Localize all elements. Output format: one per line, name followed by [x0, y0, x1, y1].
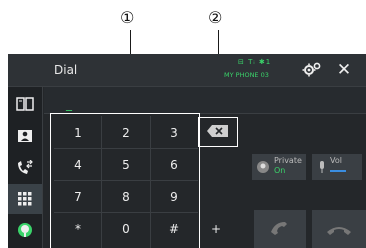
phone-hangup-icon: [327, 227, 351, 235]
phone-call-icon: [271, 222, 287, 235]
private-mode-icon: [257, 161, 269, 173]
sidebar-item-contacts[interactable]: [8, 121, 42, 151]
volume-label: Vol: [330, 156, 342, 165]
input-cursor: _: [66, 97, 72, 111]
keypad-icon: [18, 192, 32, 206]
phonebook-icon: [16, 97, 34, 111]
dial-number-display: _: [44, 87, 366, 114]
callout-2: ②: [208, 8, 223, 27]
backspace-highlight-frame: [198, 117, 238, 147]
dial-screen: Dial ⊟ Tᵢ ✱1 MY PHONE 03 ✕ _ 1 2 3 4 5 6…: [8, 54, 366, 248]
page-title: Dial: [54, 63, 78, 77]
private-value: On: [274, 166, 286, 175]
sidebar-item-call-history[interactable]: [8, 153, 42, 183]
private-label: Private: [274, 156, 302, 165]
close-icon[interactable]: ✕: [334, 60, 354, 80]
phone-signal-icons: ⊟ Tᵢ ✱1: [238, 58, 272, 66]
microphone-icon: [320, 161, 324, 173]
voice-recognition-icon: [18, 223, 32, 237]
key-plus[interactable]: +: [194, 216, 238, 242]
sidebar-item-phonebook[interactable]: [8, 89, 42, 119]
call-history-icon: [18, 160, 33, 174]
sidebar: [8, 87, 43, 248]
callout-1: ①: [120, 8, 135, 27]
header-bar: Dial ⊟ Tᵢ ✱1 MY PHONE 03 ✕: [8, 54, 366, 87]
keypad-highlight-frame: [50, 113, 200, 248]
private-mode-button[interactable]: Private On: [252, 154, 306, 180]
volume-level-bar: [330, 170, 346, 172]
contact-card-icon: [18, 130, 32, 142]
call-button[interactable]: [254, 210, 306, 248]
sidebar-item-dial[interactable]: [8, 184, 42, 214]
volume-button[interactable]: Vol: [312, 154, 362, 180]
phone-status: ⊟ Tᵢ ✱1 MY PHONE 03: [224, 58, 294, 82]
settings-gear-icon[interactable]: [302, 61, 322, 79]
sidebar-item-voice[interactable]: [8, 215, 42, 245]
phone-name: MY PHONE 03: [224, 71, 269, 79]
end-call-button[interactable]: [312, 210, 366, 248]
